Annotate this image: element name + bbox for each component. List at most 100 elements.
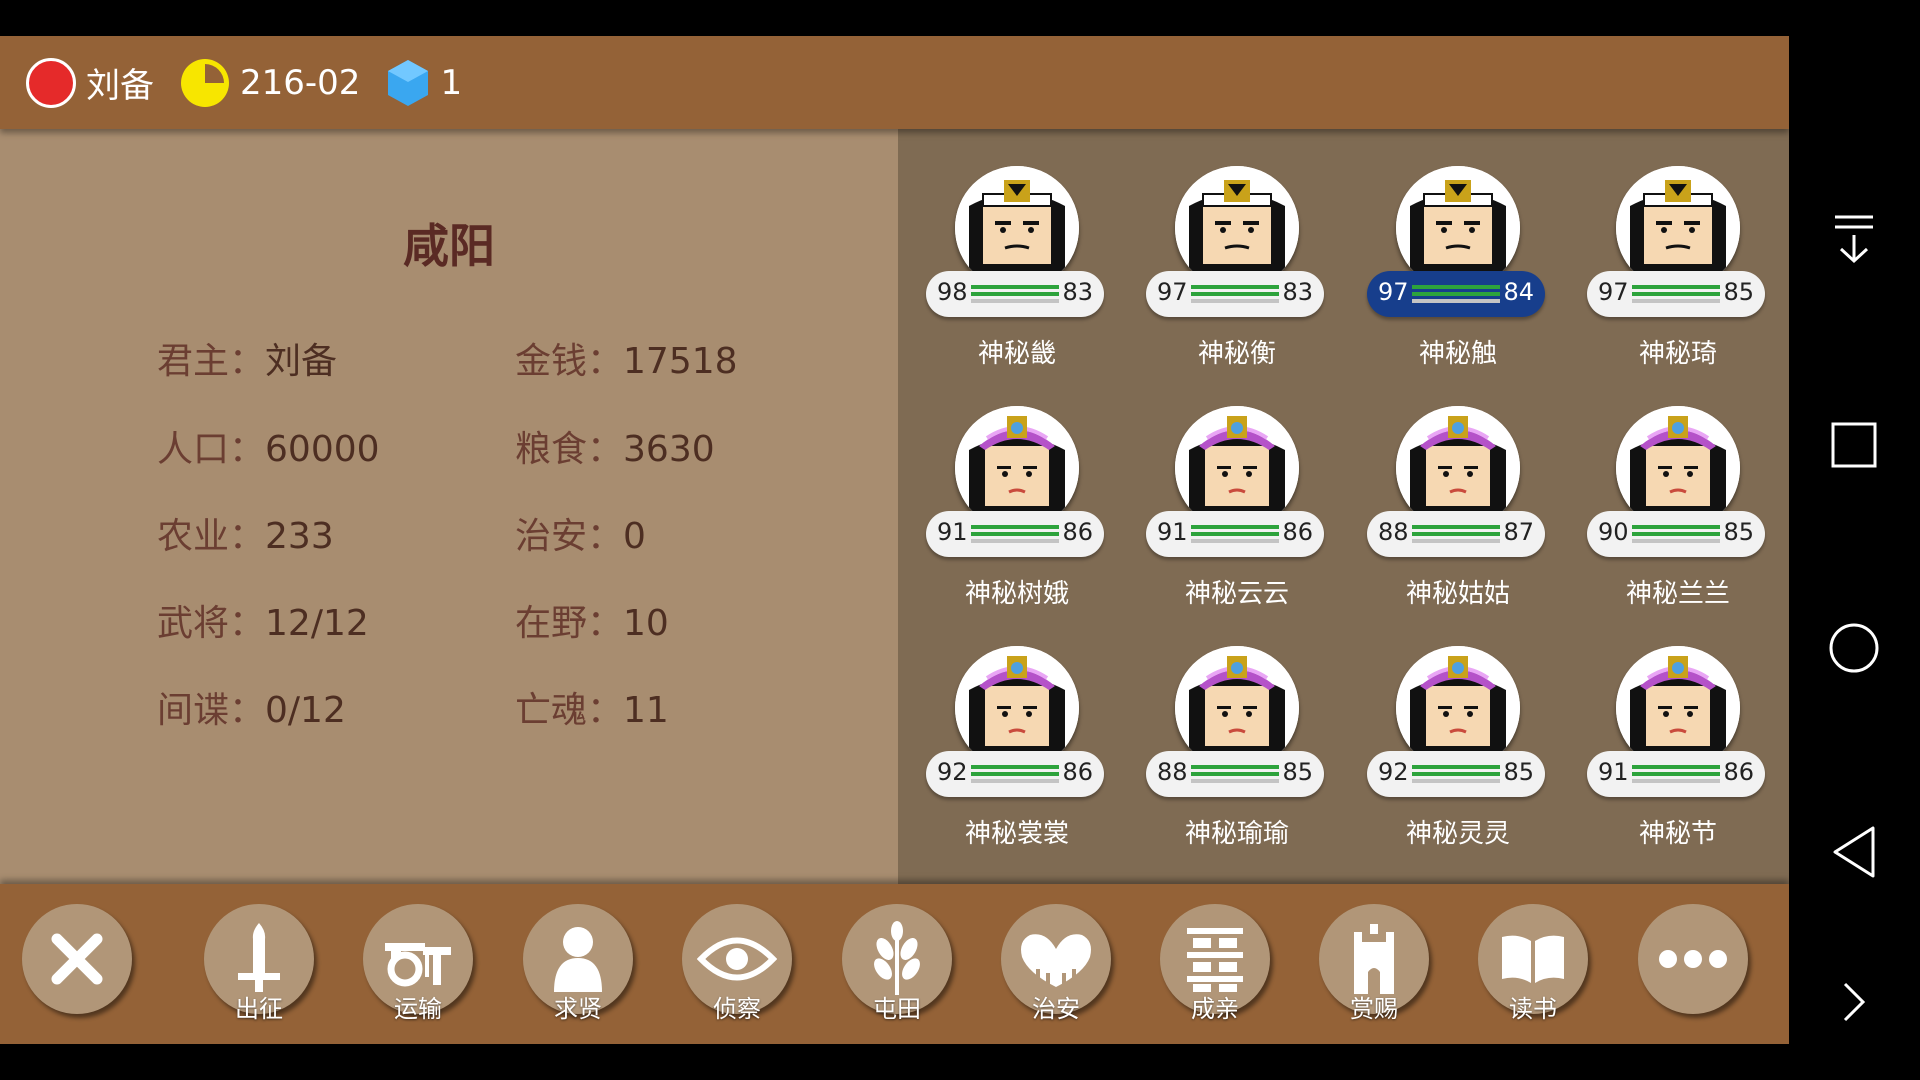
home-icon[interactable] [1819, 613, 1889, 683]
general-card[interactable]: 91 86 神秘树娥 [924, 402, 1114, 632]
city-stat: 在野：10 [515, 594, 669, 646]
general-stat-bars [1632, 765, 1720, 785]
ruler-color-icon [26, 57, 76, 108]
action-button[interactable]: 读书 [1478, 904, 1592, 1023]
general-name: 神秘衡 [1197, 339, 1276, 369]
action-button[interactable] [22, 904, 136, 1022]
action-button[interactable]: 屯田 [842, 904, 956, 1023]
action-label: 侦察 [713, 995, 761, 1023]
gem-icon [388, 59, 429, 106]
stat-bar [1632, 299, 1720, 303]
general-stat-1: 97 [1378, 278, 1409, 306]
action-button[interactable]: 治安 [1001, 904, 1115, 1023]
stat-bar [1632, 285, 1720, 289]
action-label: 治安 [1032, 995, 1080, 1023]
general-name: 神秘灵灵 [1405, 819, 1510, 849]
general-stat-1: 88 [1378, 518, 1409, 546]
stat-bar [1191, 292, 1279, 296]
next-icon[interactable] [1819, 967, 1889, 1037]
stat-label: 君主： [157, 341, 266, 382]
recents-icon[interactable] [1819, 410, 1889, 480]
general-card[interactable]: 88 85 神秘瑜瑜 [1144, 642, 1334, 872]
general-stat-bars [1632, 525, 1720, 545]
stat-bar [971, 285, 1059, 289]
general-stat-1: 91 [1598, 758, 1629, 786]
stat-value: 0/12 [265, 690, 346, 731]
city-stat: 治安：0 [515, 507, 646, 559]
general-stat-bars [1191, 285, 1279, 305]
general-name: 神秘节 [1638, 819, 1717, 849]
general-stat-bars [971, 765, 1059, 785]
close-icon [22, 904, 132, 1014]
action-label: 运输 [394, 995, 442, 1023]
general-card[interactable]: 88 87 神秘姑姑 [1365, 402, 1555, 632]
action-button[interactable] [1638, 904, 1752, 1022]
action-button[interactable]: 侦察 [682, 904, 796, 1023]
general-card[interactable]: 91 86 神秘云云 [1144, 402, 1334, 632]
general-stat-1: 92 [1378, 758, 1409, 786]
stat-bar [1632, 765, 1720, 769]
general-stat-2: 86 [1723, 758, 1754, 786]
general-stat-2: 86 [1062, 518, 1093, 546]
ruler-name: 刘备 [86, 66, 154, 106]
back-icon[interactable] [1819, 817, 1889, 887]
stat-label: 间谍： [157, 690, 266, 731]
general-stat-bars [1632, 285, 1720, 305]
action-label: 求贤 [554, 995, 602, 1023]
action-button[interactable]: 运输 [363, 904, 477, 1023]
general-card[interactable]: 92 86 神秘裳裳 [924, 642, 1114, 872]
stat-label: 农业： [157, 516, 266, 557]
stat-label: 人口： [157, 429, 266, 470]
stat-value: 17518 [623, 341, 738, 382]
stat-bar [1412, 539, 1500, 543]
stat-bar [1412, 532, 1500, 536]
general-stat-1: 91 [1157, 518, 1188, 546]
stat-bar [1191, 532, 1279, 536]
general-stat-1: 90 [1598, 518, 1629, 546]
general-stat-bars [1191, 525, 1279, 545]
general-card[interactable]: 90 85 神秘兰兰 [1585, 402, 1775, 632]
general-stat-2: 86 [1282, 518, 1313, 546]
stat-bar [1412, 525, 1500, 529]
action-label: 赏赐 [1350, 995, 1398, 1023]
general-card[interactable]: 91 86 神秘节 [1585, 642, 1775, 872]
stat-label: 在野： [515, 603, 624, 644]
collapse-icon[interactable] [1819, 204, 1889, 274]
gem-count: 1 [440, 62, 463, 103]
action-button[interactable]: 赏赐 [1319, 904, 1433, 1023]
general-card[interactable]: 97 85 神秘琦 [1585, 162, 1775, 392]
action-button[interactable]: 求贤 [523, 904, 637, 1023]
stat-bar [971, 539, 1059, 543]
general-stat-pill: 88 87 [1367, 511, 1545, 557]
general-stat-2: 83 [1062, 278, 1093, 306]
game-date: 216-02 [240, 62, 361, 103]
stat-value: 11 [623, 690, 669, 731]
general-stat-bars [1412, 765, 1500, 785]
general-card[interactable]: 97 84 神秘触 [1365, 162, 1555, 392]
general-name: 神秘树娥 [964, 579, 1069, 609]
general-stat-2: 83 [1282, 278, 1313, 306]
general-card[interactable]: 92 85 神秘灵灵 [1365, 642, 1555, 872]
action-label: 出征 [235, 995, 283, 1023]
action-button[interactable]: 出征 [204, 904, 318, 1023]
stat-value: 刘备 [265, 341, 338, 382]
general-stat-1: 92 [937, 758, 968, 786]
stat-bar [971, 772, 1059, 776]
clock-icon [181, 58, 229, 107]
stat-bar [1412, 292, 1500, 296]
stat-bar [971, 532, 1059, 536]
action-button[interactable]: 成亲 [1160, 904, 1274, 1023]
general-stat-pill: 98 83 [926, 271, 1104, 317]
general-name: 神秘姑姑 [1405, 579, 1510, 609]
general-stat-pill: 97 84 [1367, 271, 1545, 317]
general-name: 神秘云云 [1184, 579, 1289, 609]
general-stat-pill: 92 86 [926, 751, 1104, 797]
general-name: 神秘瑜瑜 [1184, 819, 1289, 849]
ruler-indicator[interactable]: 刘备 [0, 57, 154, 108]
general-stat-pill: 91 86 [1146, 511, 1324, 557]
city-stat: 间谍：0/12 [157, 681, 346, 733]
general-card[interactable]: 98 83 神秘畿 [924, 162, 1114, 392]
general-name: 神秘裳裳 [964, 819, 1069, 849]
general-card[interactable]: 97 83 神秘衡 [1144, 162, 1334, 392]
more-icon [1638, 904, 1748, 1014]
